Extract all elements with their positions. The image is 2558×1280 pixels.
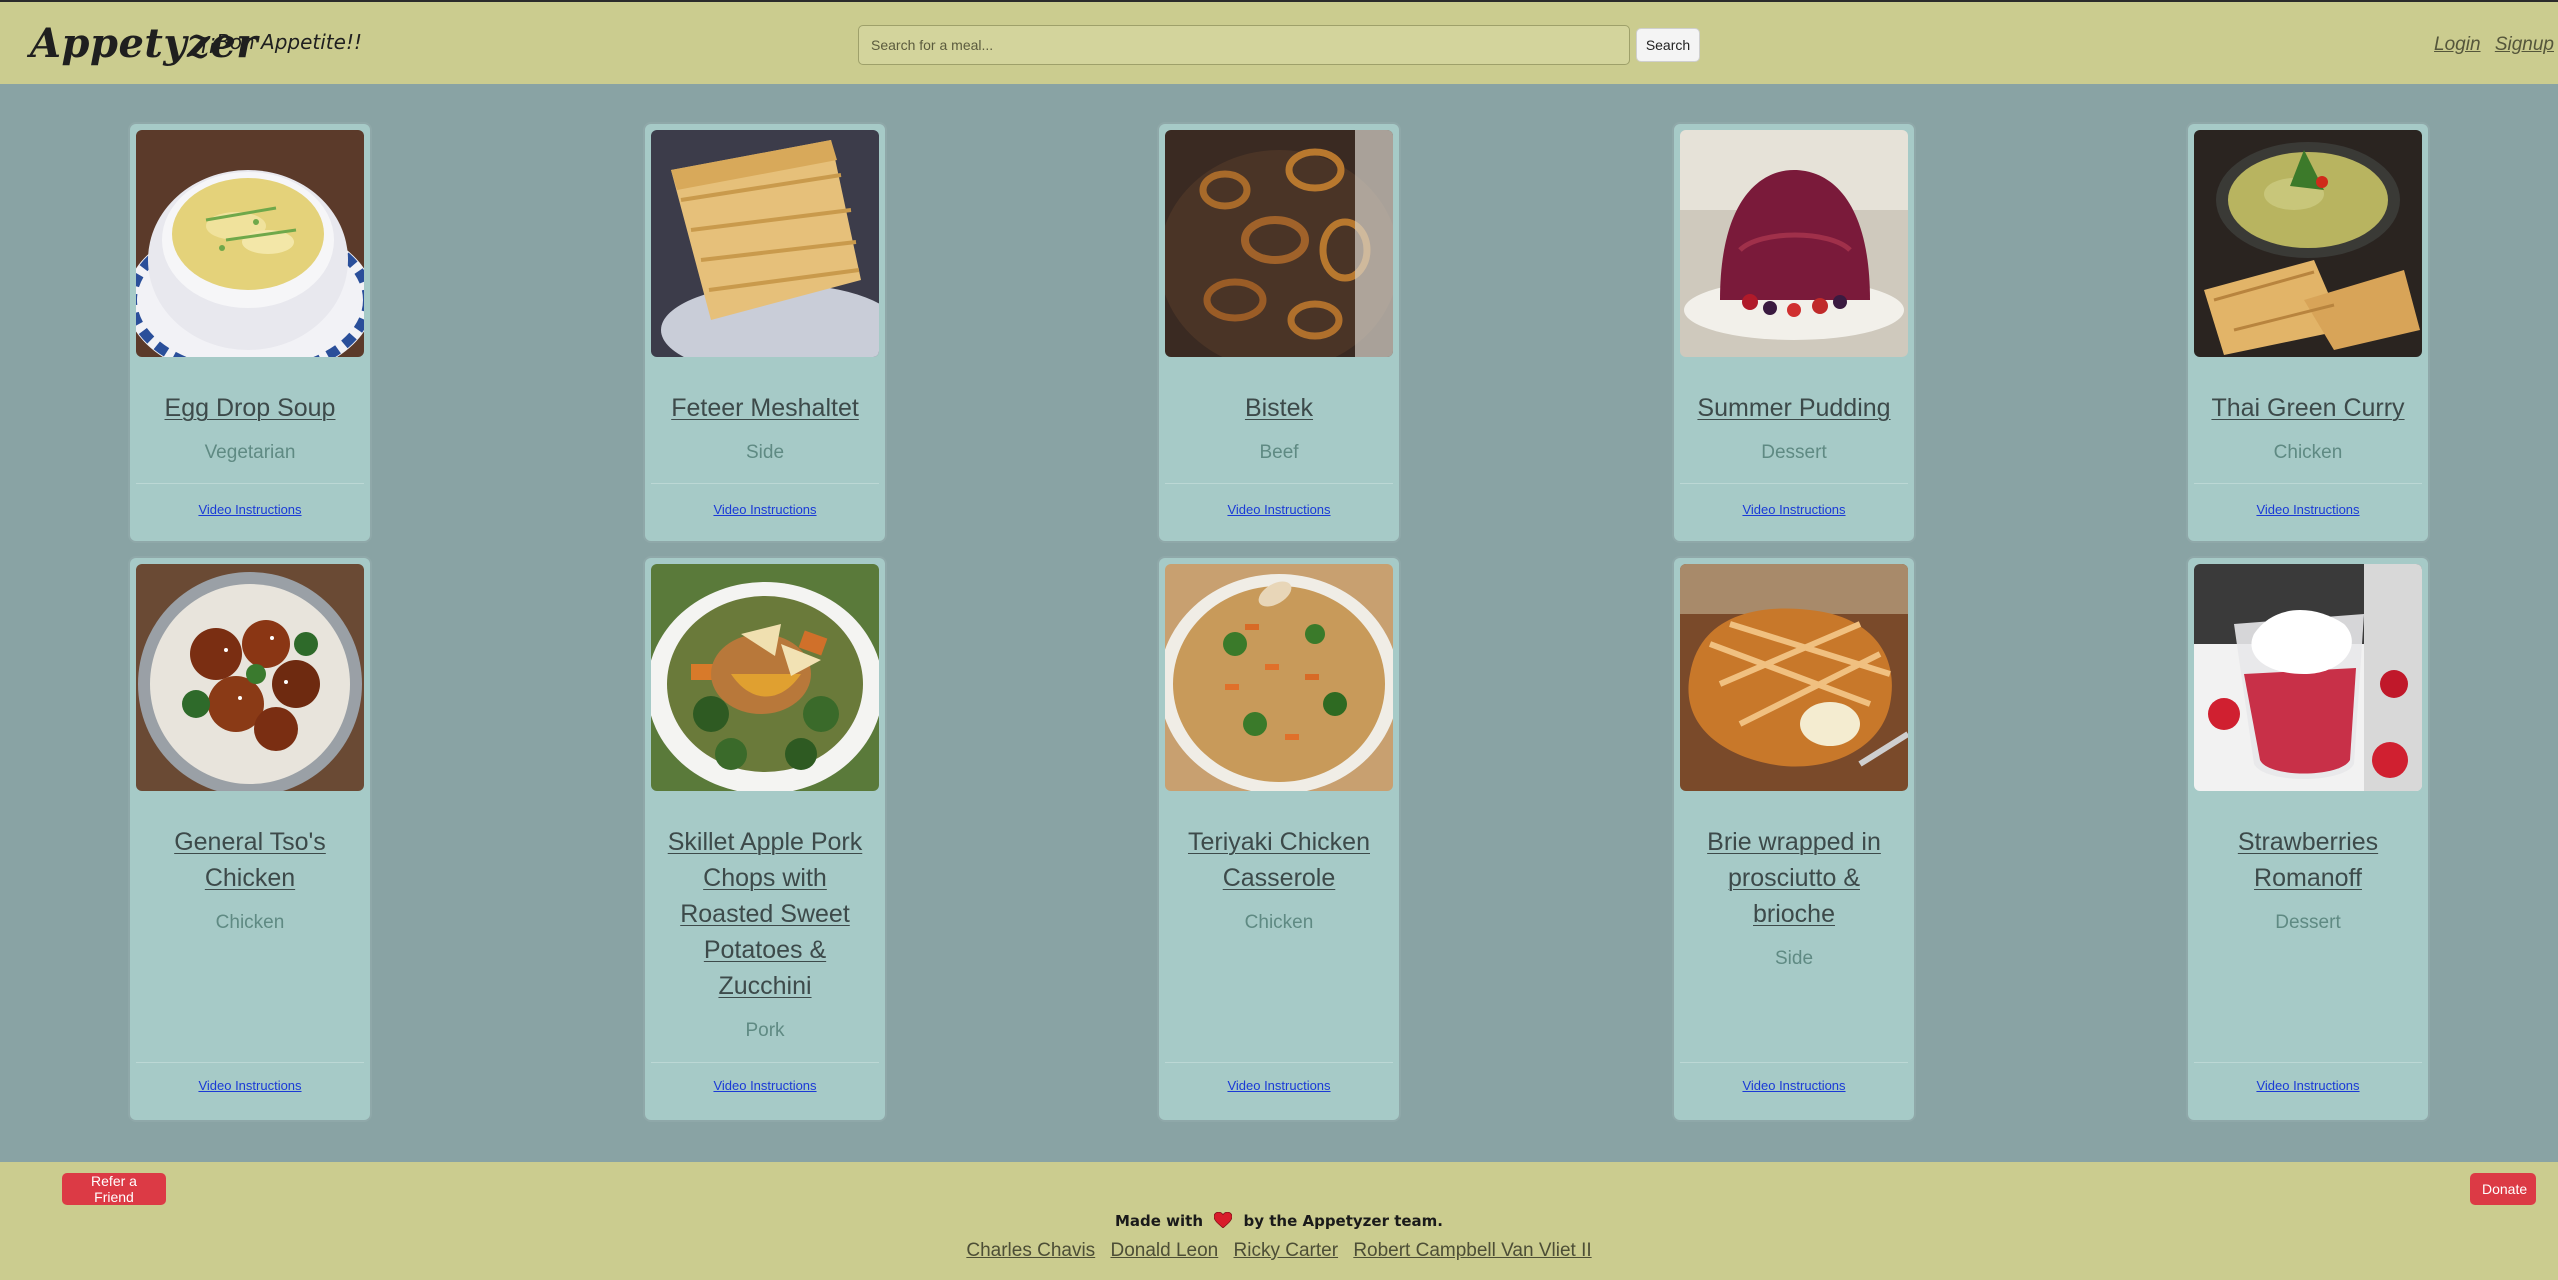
meal-title-link[interactable]: Egg Drop Soup	[140, 390, 360, 426]
meal-card: Thai Green Curry Chicken Video Instructi…	[2188, 124, 2428, 541]
footer: Refer a Friend Donate Made with by the A…	[0, 1162, 2558, 1280]
meal-category: Chicken	[215, 912, 285, 933]
meal-image[interactable]	[651, 564, 879, 791]
meal-card: Teriyaki Chicken Casserole Chicken Video…	[1159, 558, 1399, 1120]
video-instructions-link[interactable]: Video Instructions	[645, 1078, 885, 1093]
team-member-link[interactable]: Robert Campbell Van Vliet II	[1353, 1240, 1591, 1261]
meal-image[interactable]	[651, 130, 879, 357]
meal-image[interactable]	[136, 130, 364, 357]
meal-category: Side	[1774, 948, 1814, 969]
meal-title-link[interactable]: Skillet Apple Pork Chops with Roasted Sw…	[655, 824, 875, 1004]
meal-card: Bistek Beef Video Instructions	[1159, 124, 1399, 541]
video-instructions-link[interactable]: Video Instructions	[2188, 502, 2428, 517]
strawberries-romanoff-photo	[2194, 564, 2422, 791]
search-input[interactable]	[858, 25, 1630, 65]
meal-title-link[interactable]: Teriyaki Chicken Casserole	[1169, 824, 1389, 896]
meal-card: Egg Drop Soup Vegetarian Video Instructi…	[130, 124, 370, 541]
meal-image[interactable]	[2194, 130, 2422, 357]
bistek-photo	[1165, 130, 1393, 357]
meal-title-link[interactable]: Bistek	[1169, 390, 1389, 426]
meal-category: Chicken	[2273, 442, 2343, 463]
meal-card: Strawberries Romanoff Dessert Video Inst…	[2188, 558, 2428, 1120]
meal-title-link[interactable]: General Tso's Chicken	[140, 824, 360, 896]
video-instructions-link[interactable]: Video Instructions	[130, 502, 370, 517]
card-divider	[136, 483, 364, 484]
card-divider	[2194, 1062, 2422, 1063]
meal-card: Feteer Meshaltet Side Video Instructions	[645, 124, 885, 541]
video-instructions-link[interactable]: Video Instructions	[1674, 502, 1914, 517]
feteer-meshaltet-photo	[651, 130, 879, 357]
heart-icon	[1214, 1212, 1233, 1228]
meal-image[interactable]	[1680, 130, 1908, 357]
auth-links: Login Signup	[2425, 34, 2554, 56]
meal-image[interactable]	[1680, 564, 1908, 791]
meal-image[interactable]	[2194, 564, 2422, 791]
teriyaki-casserole-photo	[1165, 564, 1393, 791]
card-divider	[136, 1062, 364, 1063]
meal-category: Beef	[1259, 442, 1299, 463]
meal-category: Side	[745, 442, 785, 463]
card-divider	[1680, 1062, 1908, 1063]
thai-green-curry-photo	[2194, 130, 2422, 357]
meal-card: Summer Pudding Dessert Video Instruction…	[1674, 124, 1914, 541]
meal-title-link[interactable]: Summer Pudding	[1684, 390, 1904, 426]
meal-category: Pork	[745, 1020, 785, 1041]
login-link[interactable]: Login	[2434, 34, 2481, 55]
team-links: Charles Chavis Donald Leon Ricky Carter …	[0, 1240, 2558, 1262]
meal-title-link[interactable]: Thai Green Curry	[2198, 390, 2418, 426]
made-with-credit: Made with by the Appetyzer team.	[0, 1212, 2558, 1230]
meal-title-link[interactable]: Strawberries Romanoff	[2198, 824, 2418, 896]
meal-category: Dessert	[2275, 912, 2341, 933]
video-instructions-link[interactable]: Video Instructions	[1159, 502, 1399, 517]
donate-button[interactable]: Donate	[2470, 1173, 2536, 1205]
card-divider	[1165, 1062, 1393, 1063]
top-navbar: Appetyzer ¡¡Bon Appetite!! Search Login …	[0, 0, 2558, 84]
skillet-pork-chops-photo	[651, 564, 879, 791]
general-tsos-chicken-photo	[136, 564, 364, 791]
search-button[interactable]: Search	[1636, 28, 1700, 62]
meal-title-link[interactable]: Feteer Meshaltet	[655, 390, 875, 426]
brie-brioche-photo	[1680, 564, 1908, 791]
egg-drop-soup-photo	[136, 130, 364, 357]
card-divider	[1165, 483, 1393, 484]
team-member-link[interactable]: Ricky Carter	[1234, 1240, 1339, 1261]
tagline: ¡¡Bon Appetite!!	[200, 30, 362, 54]
team-member-link[interactable]: Donald Leon	[1110, 1240, 1218, 1261]
meal-image[interactable]	[1165, 130, 1393, 357]
meal-title-link[interactable]: Brie wrapped in prosciutto & brioche	[1684, 824, 1904, 932]
card-divider	[651, 1062, 879, 1063]
meal-image[interactable]	[136, 564, 364, 791]
team-member-link[interactable]: Charles Chavis	[966, 1240, 1095, 1261]
video-instructions-link[interactable]: Video Instructions	[1159, 1078, 1399, 1093]
refer-a-friend-button[interactable]: Refer a Friend	[62, 1173, 166, 1205]
video-instructions-link[interactable]: Video Instructions	[645, 502, 885, 517]
signup-link[interactable]: Signup	[2495, 34, 2554, 55]
card-divider	[651, 483, 879, 484]
meal-category: Dessert	[1761, 442, 1827, 463]
meal-card: General Tso's Chicken Chicken Video Inst…	[130, 558, 370, 1120]
made-with-suffix: by the Appetyzer team.	[1243, 1212, 1443, 1230]
video-instructions-link[interactable]: Video Instructions	[2188, 1078, 2428, 1093]
card-divider	[2194, 483, 2422, 484]
meal-card: Skillet Apple Pork Chops with Roasted Sw…	[645, 558, 885, 1120]
video-instructions-link[interactable]: Video Instructions	[1674, 1078, 1914, 1093]
card-divider	[1680, 483, 1908, 484]
meal-image[interactable]	[1165, 564, 1393, 791]
summer-pudding-photo	[1680, 130, 1908, 357]
made-with-prefix: Made with	[1114, 1212, 1204, 1230]
meal-category: Vegetarian	[204, 442, 296, 463]
meal-card: Brie wrapped in prosciutto & brioche Sid…	[1674, 558, 1914, 1120]
meal-category: Chicken	[1244, 912, 1314, 933]
video-instructions-link[interactable]: Video Instructions	[130, 1078, 370, 1093]
